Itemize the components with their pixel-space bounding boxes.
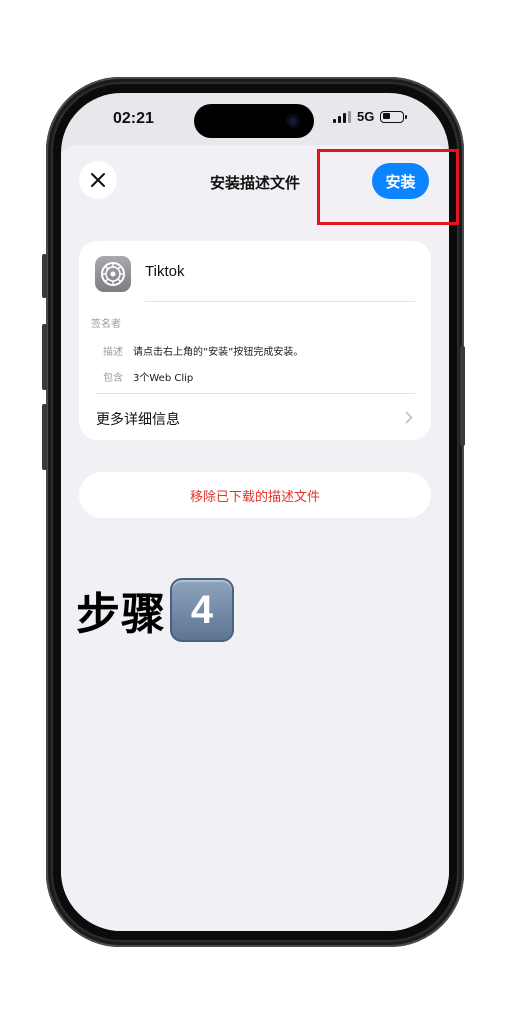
install-highlight-box	[317, 149, 459, 225]
status-time: 02:21	[113, 110, 154, 127]
divider	[145, 301, 415, 302]
chevron-right-icon	[405, 411, 413, 424]
settings-gear-icon	[95, 256, 131, 292]
more-info-row[interactable]: 更多详细信息	[79, 394, 431, 440]
profile-name: Tiktok	[145, 263, 185, 280]
remove-profile-button[interactable]: 移除已下载的描述文件	[79, 472, 431, 518]
volume-down-button	[42, 404, 47, 470]
volume-up-button	[42, 324, 47, 390]
network-label: 5G	[357, 109, 375, 124]
step-caption: 步骤 4	[76, 578, 234, 642]
step-text: 步骤	[76, 589, 166, 640]
contains-label: 包含	[103, 373, 123, 384]
keycap-digit: 4	[190, 587, 214, 632]
profile-card: Tiktok 签名者 描述 请点击右上角的“安装”按钮完成安装。 包含 3个We…	[79, 241, 431, 440]
battery-icon	[380, 110, 408, 123]
signer-label: 签名者	[91, 319, 121, 330]
power-button	[460, 346, 465, 446]
status-indicators: 5G	[333, 109, 408, 124]
keycap-4-icon: 4	[170, 578, 234, 642]
dynamic-island	[194, 104, 314, 138]
description-label: 描述	[103, 347, 123, 358]
install-profile-sheet: 安装描述文件 安装 Tiktok 签名者 描述 请点击右上角的“安装”按钮完成安…	[61, 145, 449, 931]
contains-value: 3个Web Clip	[133, 373, 194, 384]
camera-icon	[286, 114, 300, 128]
more-info-label: 更多详细信息	[96, 412, 180, 428]
action-button	[42, 254, 47, 298]
description-value: 请点击右上角的“安装”按钮完成安装。	[133, 347, 304, 358]
signal-icon	[333, 110, 351, 123]
